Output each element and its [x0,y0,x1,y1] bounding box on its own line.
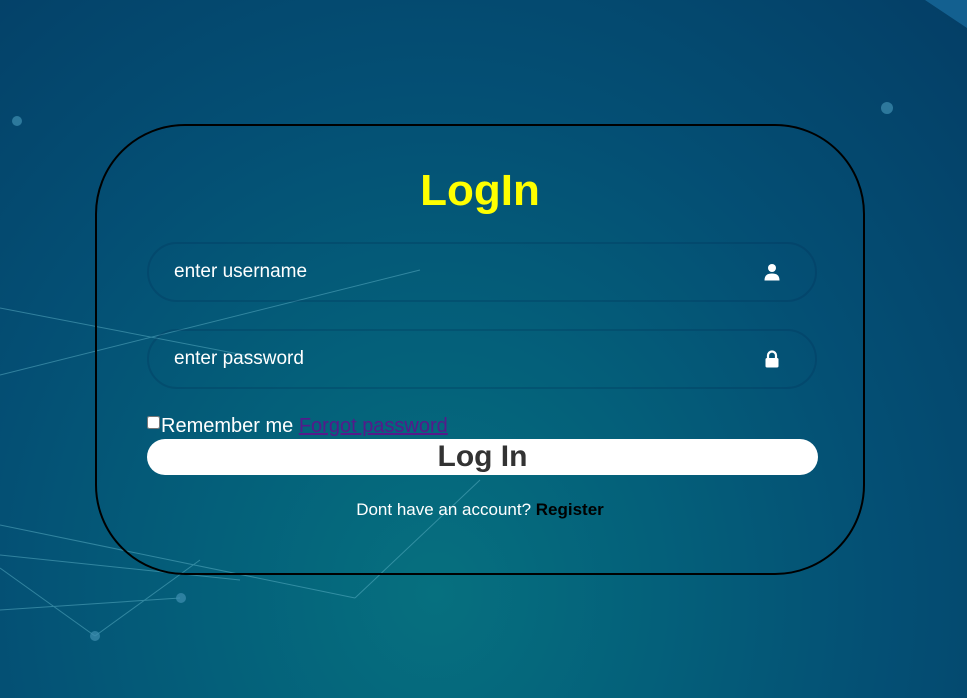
remember-checkbox[interactable] [147,416,160,429]
register-row: Dont have an account? Register [97,500,863,520]
forgot-password-link[interactable]: Forgot password [299,415,448,437]
login-card: LogIn Remember me Forgot password Log In… [95,124,865,575]
register-link[interactable]: Register [536,500,604,519]
register-prompt: Dont have an account? [356,500,536,519]
login-button[interactable]: Log In [147,439,818,475]
lock-icon [765,350,779,368]
password-input[interactable] [149,331,815,387]
login-title: LogIn [420,166,540,215]
password-field-wrapper [147,329,817,389]
username-field-wrapper [147,242,817,302]
username-input[interactable] [149,244,815,300]
user-icon [764,264,780,281]
remember-row: Remember me Forgot password [147,415,448,439]
remember-label: Remember me [161,415,294,437]
corner-accent [925,0,967,28]
